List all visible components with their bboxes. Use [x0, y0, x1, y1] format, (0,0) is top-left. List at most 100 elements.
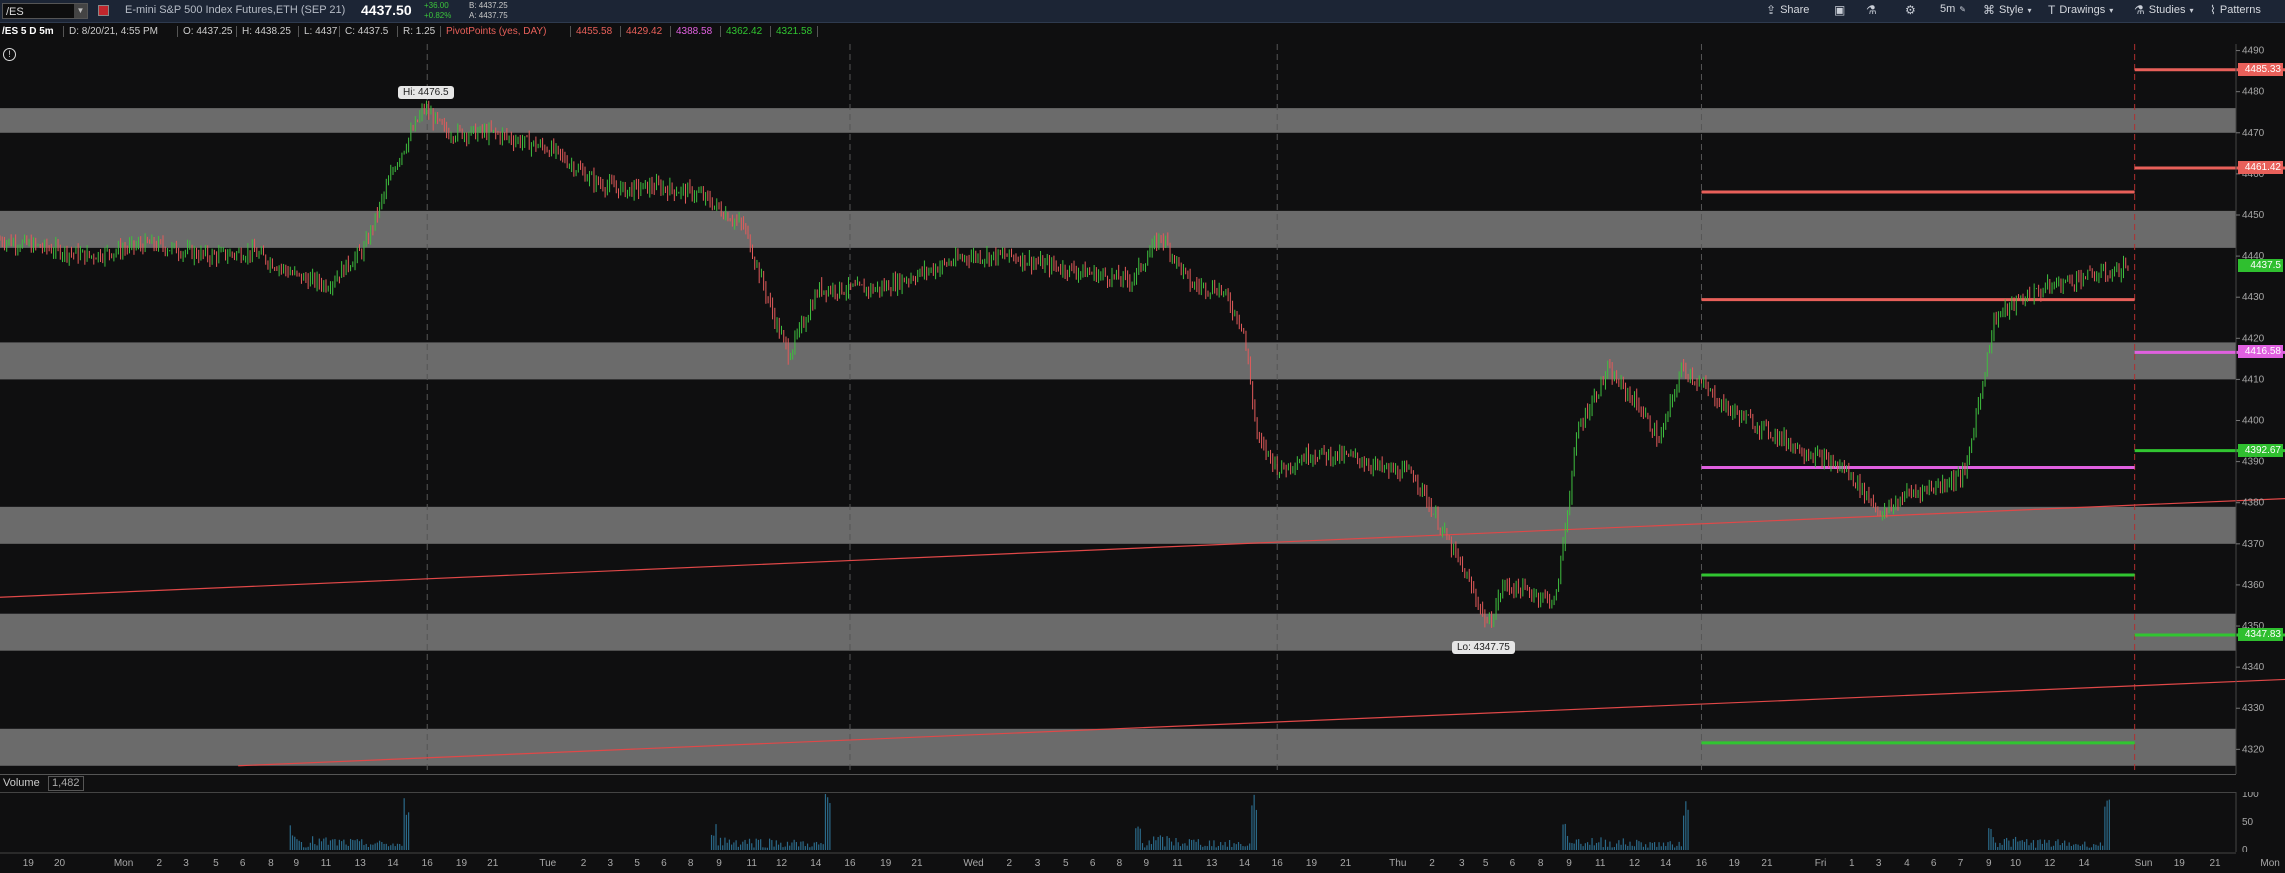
time-tick-label: 8 — [688, 858, 694, 869]
price-tick-label: 4410 — [2242, 374, 2265, 385]
pencil-icon: ✎ — [1959, 4, 1966, 14]
price-tick-label: 4390 — [2242, 457, 2265, 468]
symbol-text: /ES — [6, 6, 24, 18]
time-tick-label: 3 — [1035, 858, 1041, 869]
price-tick-label: 4420 — [2242, 333, 2265, 344]
share-button[interactable]: ⇪ Share — [1766, 3, 1809, 17]
drawings-icon: T — [2048, 3, 2056, 17]
beaker-icon: ⚗ — [1866, 3, 1877, 17]
camera-button[interactable]: ▣ — [1834, 3, 1845, 17]
pivot-r1: 4429.42 — [620, 26, 662, 37]
time-tick-label: 16 — [1696, 858, 1708, 869]
price-tick-label: 4430 — [2242, 292, 2265, 303]
studies-menu[interactable]: ⚗ Studies ▾ — [2134, 3, 2193, 17]
patterns-icon: ⌇ — [2210, 3, 2216, 17]
style-icon: ⌘ — [1983, 3, 1995, 17]
volume-tick-label: 50 — [2242, 817, 2254, 828]
time-tick-label: 8 — [268, 858, 274, 869]
time-tick-label: 6 — [240, 858, 246, 869]
settings-button[interactable]: ⚙ — [1905, 3, 1916, 17]
time-tick-label: 11 — [1172, 858, 1183, 869]
price-tick-label: 4360 — [2242, 580, 2265, 591]
time-tick-label: 9 — [1566, 858, 1572, 869]
time-tick-label: 12 — [776, 858, 788, 869]
time-tick-label: 19 — [880, 858, 892, 869]
link-color-icon[interactable] — [98, 5, 109, 16]
time-tick-label: Mon — [114, 858, 133, 869]
time-tick-label: 9 — [1986, 858, 1992, 869]
chevron-down-icon: ▾ — [2109, 5, 2114, 15]
bar-range: R: 1.25 — [397, 26, 435, 37]
time-tick-label: 16 — [1272, 858, 1284, 869]
net-change: +36.00 +0.82% — [424, 1, 451, 21]
time-tick-label: 6 — [1510, 858, 1516, 869]
time-tick-label: 7 — [1958, 858, 1964, 869]
time-tick-label: Fri — [1815, 858, 1827, 869]
time-tick-label: 6 — [1090, 858, 1096, 869]
style-menu[interactable]: ⌘ Style ▾ — [1983, 3, 2031, 17]
time-tick-label: 9 — [1143, 858, 1149, 869]
time-tick-label: 2 — [581, 858, 587, 869]
bar-low: L: 4437 — [298, 26, 337, 37]
time-tick-label: 3 — [1459, 858, 1465, 869]
time-tick-label: 11 — [321, 858, 332, 869]
time-tick-label: 6 — [661, 858, 667, 869]
time-tick-label: 21 — [2209, 858, 2221, 869]
price-tick-label: 4400 — [2242, 416, 2265, 427]
drawings-menu[interactable]: T Drawings ▾ — [2048, 3, 2113, 17]
time-tick-label: 2 — [1429, 858, 1435, 869]
time-tick-label: 19 — [23, 858, 35, 869]
time-tick-label: 13 — [355, 858, 367, 869]
price-tick-label: 4470 — [2242, 128, 2265, 139]
time-tick-label: 5 — [634, 858, 640, 869]
price-chart[interactable]: 4320433043404350436043704380439044004410… — [0, 44, 2285, 774]
time-tick-label: 14 — [1660, 858, 1672, 869]
time-tick-label: 2 — [156, 858, 162, 869]
bar-close: C: 4437.5 — [339, 26, 388, 37]
beaker-button[interactable]: ⚗ — [1866, 3, 1877, 17]
time-tick-label: 5 — [1483, 858, 1489, 869]
price-tick-label: 4380 — [2242, 498, 2265, 509]
price-tick-label: 4370 — [2242, 539, 2265, 550]
gear-icon: ⚙ — [1905, 3, 1916, 17]
price-tick-label: 4340 — [2242, 662, 2265, 673]
high-label: Hi: 4476.5 — [398, 86, 454, 99]
bar-high: H: 4438.25 — [236, 26, 291, 37]
time-tick-label: 3 — [1876, 858, 1882, 869]
price-level-tag: 4437.5 — [2238, 259, 2283, 273]
time-tick-label: Tue — [539, 858, 556, 869]
time-tick-label: 21 — [911, 858, 923, 869]
time-tick-label: 19 — [456, 858, 468, 869]
period-selector[interactable]: 5m ✎ — [1940, 3, 1966, 15]
volume-chart[interactable]: 100 50 0 — [0, 792, 2285, 852]
price-tick-label: 4330 — [2242, 703, 2265, 714]
support-resistance-zone — [0, 506, 2236, 544]
instrument-title: E-mini S&P 500 Index Futures,ETH (SEP 21… — [125, 4, 346, 16]
style-label: Style — [1999, 4, 2024, 16]
pivot-study-label[interactable]: PivotPoints (yes, DAY) — [440, 26, 546, 37]
time-tick-label: Sun — [2135, 858, 2153, 869]
volume-value: 1,482 — [48, 776, 84, 791]
camera-icon: ▣ — [1834, 3, 1846, 17]
time-tick-label: 14 — [1239, 858, 1251, 869]
time-tick-label: 14 — [2078, 858, 2090, 869]
bar-date: D: 8/20/21, 4:55 PM — [63, 26, 158, 37]
support-resistance-zone — [0, 728, 2236, 766]
time-tick-label: 16 — [844, 858, 856, 869]
symbol-input[interactable]: /ES ▼ — [2, 3, 88, 19]
price-tick-label: 4450 — [2242, 210, 2265, 221]
price-tick-label: 4480 — [2242, 87, 2265, 98]
time-tick-label: 11 — [747, 858, 758, 869]
price-level-tag: 4392.67 — [2238, 443, 2283, 457]
volume-label: Volume — [3, 777, 40, 789]
chevron-down-icon[interactable]: ▼ — [74, 4, 87, 18]
ohlc-bar: /ES 5 D 5m D: 8/20/21, 4:55 PM O: 4437.2… — [0, 23, 2285, 42]
support-resistance-zone — [0, 342, 2236, 380]
bar-open: O: 4437.25 — [177, 26, 232, 37]
patterns-menu[interactable]: ⌇ Patterns — [2210, 3, 2261, 17]
studies-label: Studies — [2148, 4, 2186, 16]
time-tick-label: 21 — [1761, 858, 1773, 869]
time-tick-label: 13 — [1206, 858, 1218, 869]
time-tick-label: 21 — [487, 858, 499, 869]
price-level-tag: 4461.42 — [2238, 161, 2283, 175]
